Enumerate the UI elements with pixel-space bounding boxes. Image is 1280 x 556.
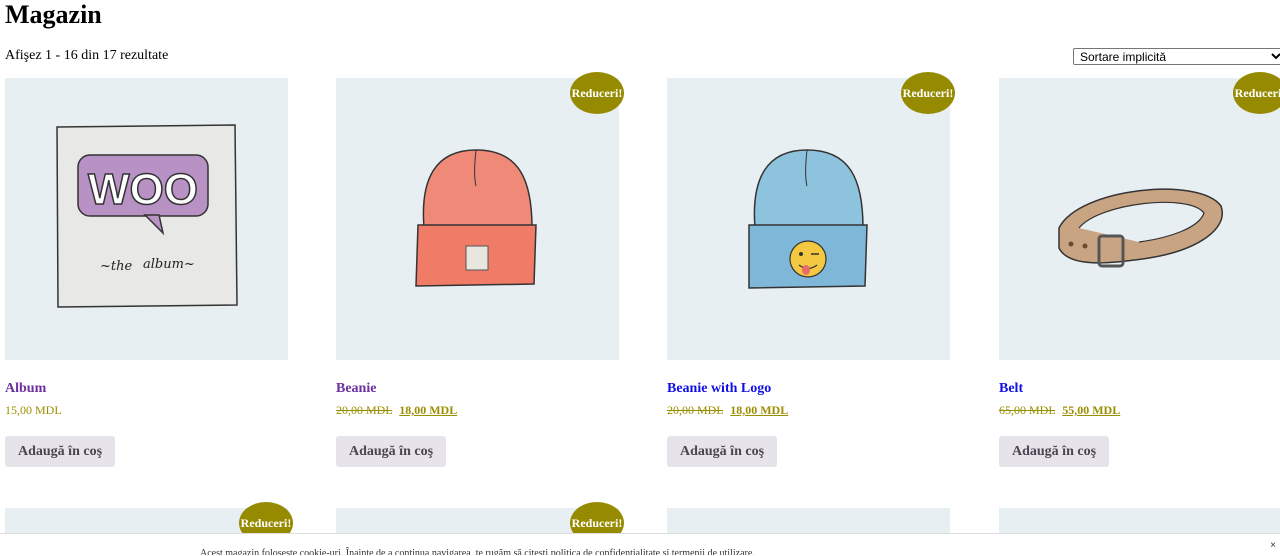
sale-badge: Reduceri! bbox=[901, 72, 955, 114]
product-card-beanie: Reduceri! Beanie 20,00 MDL 18,00 MDL Ada… bbox=[336, 72, 624, 467]
product-name-belt[interactable]: Belt bbox=[999, 381, 1023, 397]
product-name-beanie-with-logo[interactable]: Beanie with Logo bbox=[667, 381, 771, 397]
product-card-album: WOO ~the album~ Album 15,00 MDL Adaugă î… bbox=[5, 78, 289, 467]
result-count: Afişez 1 - 16 din 17 rezultate bbox=[5, 48, 169, 63]
product-image-belt[interactable] bbox=[999, 78, 1280, 360]
product-image-beanie[interactable] bbox=[336, 78, 619, 360]
svg-text:WOO: WOO bbox=[88, 165, 198, 214]
product-price-beanie-with-logo: 20,00 MDL 18,00 MDL bbox=[667, 403, 788, 418]
sale-badge: Reduceri! bbox=[1233, 72, 1280, 114]
product-name-album[interactable]: Album bbox=[5, 381, 46, 397]
product-price-beanie: 20,00 MDL 18,00 MDL bbox=[336, 403, 457, 418]
current-price: 15,00 MDL bbox=[5, 403, 62, 417]
cookie-notice-text: Acest magazin foloseşte cookie-uri. Înai… bbox=[200, 548, 755, 555]
add-to-cart-button-album[interactable]: Adaugă în coş bbox=[5, 436, 116, 467]
sort-select[interactable]: Sortare implicită bbox=[1073, 48, 1280, 65]
product-price-album: 15,00 MDL bbox=[5, 403, 62, 418]
current-price: 18,00 MDL bbox=[730, 403, 789, 417]
product-image-beanie-with-logo[interactable] bbox=[667, 78, 950, 360]
svg-text:~the: ~the bbox=[100, 259, 132, 274]
svg-text:album~: album~ bbox=[143, 257, 195, 272]
old-price: 20,00 MDL bbox=[336, 403, 393, 417]
sale-badge: Reduceri! bbox=[570, 72, 624, 114]
close-icon[interactable]: × bbox=[1270, 540, 1276, 551]
add-to-cart-button-belt[interactable]: Adaugă în coş bbox=[999, 436, 1110, 467]
product-price-belt: 65,00 MDL 55,00 MDL bbox=[999, 403, 1120, 418]
product-name-beanie[interactable]: Beanie bbox=[336, 381, 376, 397]
add-to-cart-button-beanie-with-logo[interactable]: Adaugă în coş bbox=[667, 436, 778, 467]
old-price: 20,00 MDL bbox=[667, 403, 724, 417]
add-to-cart-button-beanie[interactable]: Adaugă în coş bbox=[336, 436, 447, 467]
old-price: 65,00 MDL bbox=[999, 403, 1056, 417]
product-card-beanie-with-logo: Reduceri! Beanie with Logo 20,00 MDL 18,… bbox=[667, 72, 955, 467]
current-price: 55,00 MDL bbox=[1062, 403, 1121, 417]
product-image-album[interactable]: WOO ~the album~ bbox=[5, 78, 288, 360]
page-title: Magazin bbox=[5, 0, 102, 29]
product-card-belt: Reduceri! Belt 65,00 MDL 55,00 MDL Adaug… bbox=[999, 72, 1280, 467]
current-price: 18,00 MDL bbox=[399, 403, 458, 417]
cookie-notice-bar: Acest magazin foloseşte cookie-uri. Înai… bbox=[0, 533, 1280, 556]
